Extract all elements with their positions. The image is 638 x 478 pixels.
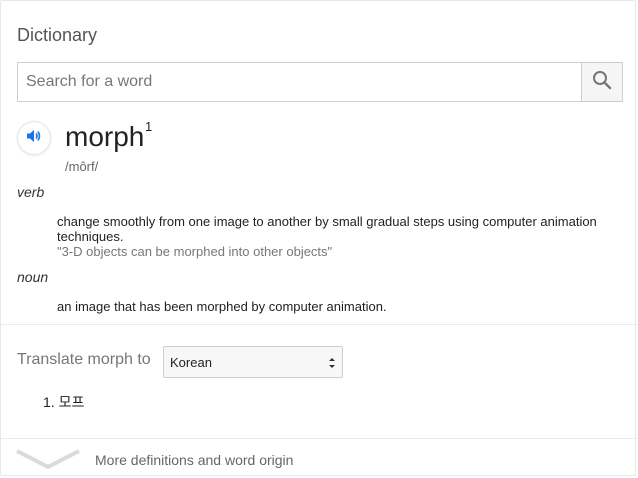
headword-superscript: 1 [145, 119, 153, 134]
chevron-down-icon[interactable] [15, 447, 81, 476]
translate-label: Translate morph to [17, 351, 151, 368]
search-button[interactable] [581, 63, 622, 101]
part-of-speech-verb: verb [17, 184, 45, 200]
part-of-speech-noun: noun [17, 269, 49, 285]
divider [1, 324, 637, 325]
translation-result: 1. 모프 [43, 394, 85, 410]
definition-text: change smoothly from one image to anothe… [57, 214, 597, 244]
search-box [17, 62, 623, 102]
select-arrows-icon [328, 356, 336, 373]
dictionary-card: Dictionary morph 1 /môrf/ verb change sm… [0, 0, 637, 476]
definition-noun: an image that has been morphed by comput… [57, 299, 617, 314]
divider [1, 438, 637, 439]
more-definitions-link[interactable]: More definitions and word origin [95, 452, 293, 468]
language-select[interactable]: Korean [163, 346, 343, 378]
pronunciation-button[interactable] [17, 121, 51, 155]
definition-example: "3-D objects can be morphed into other o… [57, 244, 333, 259]
definition-verb: change smoothly from one image to anothe… [57, 214, 617, 259]
phonetic: /môrf/ [65, 159, 99, 174]
card-title: Dictionary [17, 25, 98, 45]
speaker-icon [25, 127, 43, 150]
headword: morph [65, 121, 145, 152]
search-input[interactable] [18, 63, 581, 101]
definition-text: an image that has been morphed by comput… [57, 299, 387, 314]
selected-language: Korean [170, 354, 212, 370]
search-icon [592, 70, 612, 95]
